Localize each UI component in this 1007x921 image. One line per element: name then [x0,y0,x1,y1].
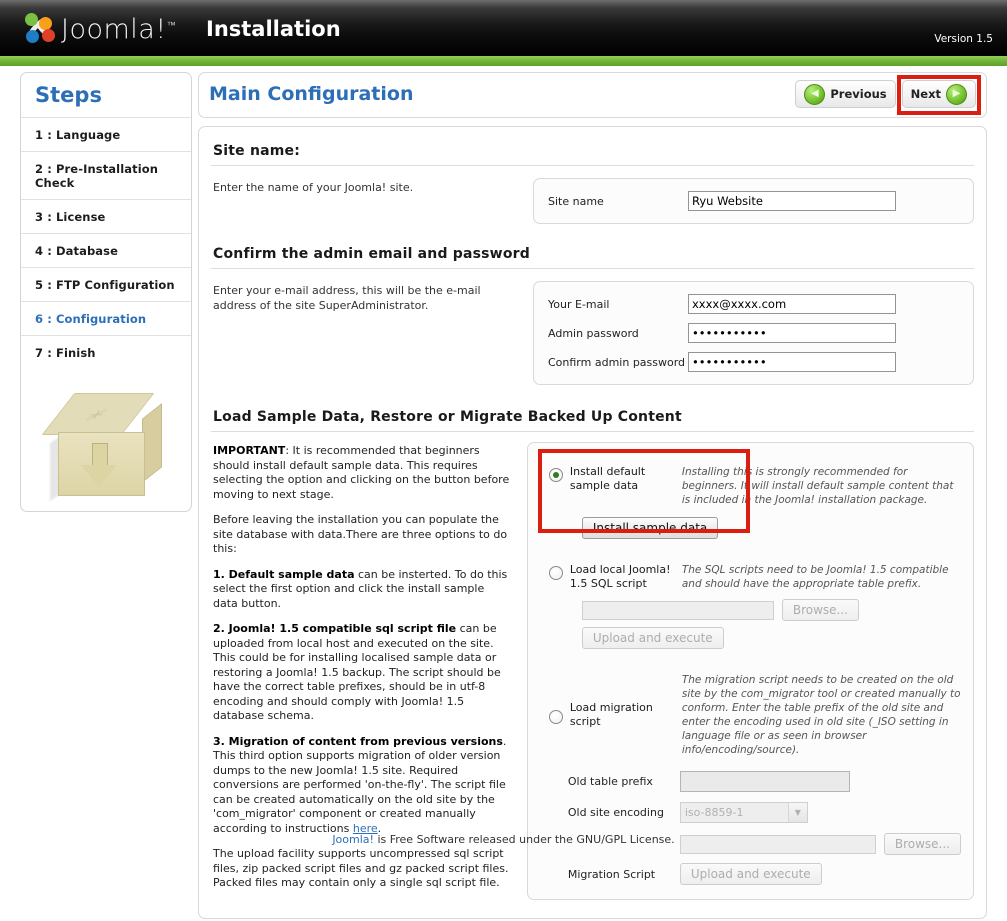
logo-wordmark: Joomla! [61,14,167,45]
important-label: IMPORTANT [213,444,286,457]
next-button-label: Next [910,87,941,101]
old-site-encoding-value: iso-8859-1 [684,806,744,819]
previous-button-label: Previous [830,87,887,101]
option-load-local-sql-script[interactable]: Load local Joomla! 1.5 SQL script The SQ… [546,563,961,591]
sql-browse-button[interactable]: Browse... [781,599,859,621]
navigation-buttons: ◀ Previous Next ▶ [795,80,976,108]
instruction-paragraph-6: The upload facility supports uncompresse… [213,847,509,889]
sample-data-heading: Load Sample Data, Restore or Migrate Bac… [211,405,974,432]
sample-data-section: Load Sample Data, Restore or Migrate Bac… [211,405,974,902]
old-site-encoding-label: Old site encoding [567,806,664,819]
option-1-label: Install default sample data [569,465,646,492]
site-name-label: Site name [548,194,604,208]
admin-credentials-section: Confirm the admin email and password Ent… [211,242,974,385]
sql-file-input[interactable] [581,600,774,620]
admin-fieldbox: Your E-mail Admin password Confirm admin… [533,281,974,385]
migration-script-label: Migration Script [567,867,656,881]
arrow-right-icon: ▶ [946,83,967,105]
old-site-encoding-select[interactable]: iso-8859-1 ▼ [679,802,808,823]
sql-file-picker-row: Browse... [581,599,961,621]
sidebar-item-configuration[interactable]: 6 : Configuration [21,301,191,335]
install-sample-data-button-wrap: Install sample data [581,517,961,539]
sidebar-item-ftp-configuration[interactable]: 5 : FTP Configuration [21,267,191,301]
sidebar-item-language[interactable]: 1 : Language [21,117,191,151]
app-header: Joomla!™ Installation Version 1.5 [0,0,1007,56]
option-1-description: Installing this is strongly recommended … [681,466,954,506]
steps-sidebar: Steps 1 : Language 2 : Pre-Installation … [20,72,192,512]
instruction-paragraph-5: 3. Migration of content from previous ve… [213,735,511,837]
sidebar-item-pre-installation-check[interactable]: 2 : Pre-Installation Check [21,151,191,199]
option-3-description: The migration script needs to be created… [681,674,961,756]
green-divider-bar [0,56,1007,66]
email-label: Your E-mail [548,297,610,311]
option-install-default-sample-data[interactable]: Install default sample data Installing t… [546,465,961,507]
old-table-prefix-label: Old table prefix [567,775,653,788]
footer: Joomla! is Free Software released under … [0,833,1007,846]
chevron-down-icon: ▼ [787,803,807,822]
header-title: Installation [206,17,341,41]
main-content: Main Configuration ◀ Previous Next ▶ Sit… [198,72,987,919]
sidebar-item-finish[interactable]: 7 : Finish [21,335,191,369]
footer-text: is Free Software released under the GNU/… [373,833,675,846]
radio-load-migration-script[interactable] [548,709,563,724]
option-2-text: can be uploaded from local host and exec… [213,622,501,722]
migration-upload-execute-button[interactable]: Upload and execute [679,863,822,885]
sidebar-item-license[interactable]: 3 : License [21,199,191,233]
version-label: Version 1.5 [934,33,993,45]
old-table-prefix-input[interactable] [679,771,850,792]
configuration-form: Site name: Enter the name of your Joomla… [198,126,987,919]
admin-heading: Confirm the admin email and password [211,242,974,269]
sidebar-item-database[interactable]: 4 : Database [21,233,191,267]
instruction-paragraph-1: IMPORTANT: It is recommended that beginn… [213,444,511,502]
header-inner: Joomla!™ Installation Version 1.5 [22,0,1007,56]
site-name-description: Enter the name of your Joomla! site. [213,181,414,194]
trademark-symbol: ™ [166,21,177,31]
admin-password-input[interactable] [688,323,896,343]
site-name-fieldbox: Site name [533,178,974,224]
logo-text: Joomla!™ [61,9,176,47]
sql-upload-row: Upload and execute [581,627,961,649]
joomla-logo: Joomla!™ [22,9,176,47]
confirm-password-label: Confirm admin password [548,355,686,369]
old-table-prefix-row: Old table prefix [568,771,961,792]
joomla-logo-icon [22,11,58,45]
confirm-password-input[interactable] [688,352,896,372]
site-name-input[interactable] [688,191,896,211]
old-site-encoding-row: Old site encoding iso-8859-1 ▼ [568,802,961,823]
instruction-paragraph-3: 1. Default sample data can be insterted.… [213,568,511,612]
option-3-title: 3. Migration of content from previous ve… [213,734,503,748]
site-name-section: Site name: Enter the name of your Joomla… [211,139,974,224]
option-1-title: 1. Default sample data [213,567,355,581]
option-2-title: 2. Joomla! 1.5 compatible sql script fil… [213,622,457,635]
page-title: Main Configuration [209,83,414,105]
sql-upload-execute-button[interactable]: Upload and execute [581,627,724,649]
install-sample-data-button[interactable]: Install sample data [581,517,719,539]
instruction-paragraph-4: 2. Joomla! 1.5 compatible sql script fil… [213,622,511,724]
option-2-description: The SQL scripts need to be Joomla! 1.5 c… [681,564,949,590]
footer-joomla-link[interactable]: Joomla! [332,833,374,846]
previous-button[interactable]: ◀ Previous [795,80,896,108]
sidebar-title: Steps [35,83,102,107]
migration-script-row: Migration Script Upload and execute [568,863,961,885]
sample-data-options-panel: Install default sample data Installing t… [526,442,974,900]
admin-password-label: Admin password [548,326,639,340]
option-load-migration-script[interactable]: Load migration script The migration scri… [546,673,961,757]
radio-install-default-sample-data[interactable] [548,468,563,482]
instruction-paragraph-2: Before leaving the installation you can … [213,513,508,555]
site-name-heading: Site name: [211,139,974,166]
main-header-bar: Main Configuration ◀ Previous Next ▶ [198,72,987,118]
arrow-left-icon: ◀ [804,83,826,105]
option-2-label: Load local Joomla! 1.5 SQL script [569,563,671,590]
option-3-label: Load migration script [569,701,653,728]
next-button[interactable]: Next ▶ [901,80,976,108]
option-3-text: . This third option supports migration o… [213,734,507,835]
email-input[interactable] [688,294,896,314]
install-box-illustration: ✳ [21,369,191,502]
admin-description: Enter your e-mail address, this will be … [213,284,481,312]
box-top-joomla-glyph: ✳ [71,406,118,426]
box-download-icon: ✳ [41,387,162,502]
radio-load-local-sql-script[interactable] [548,566,563,580]
